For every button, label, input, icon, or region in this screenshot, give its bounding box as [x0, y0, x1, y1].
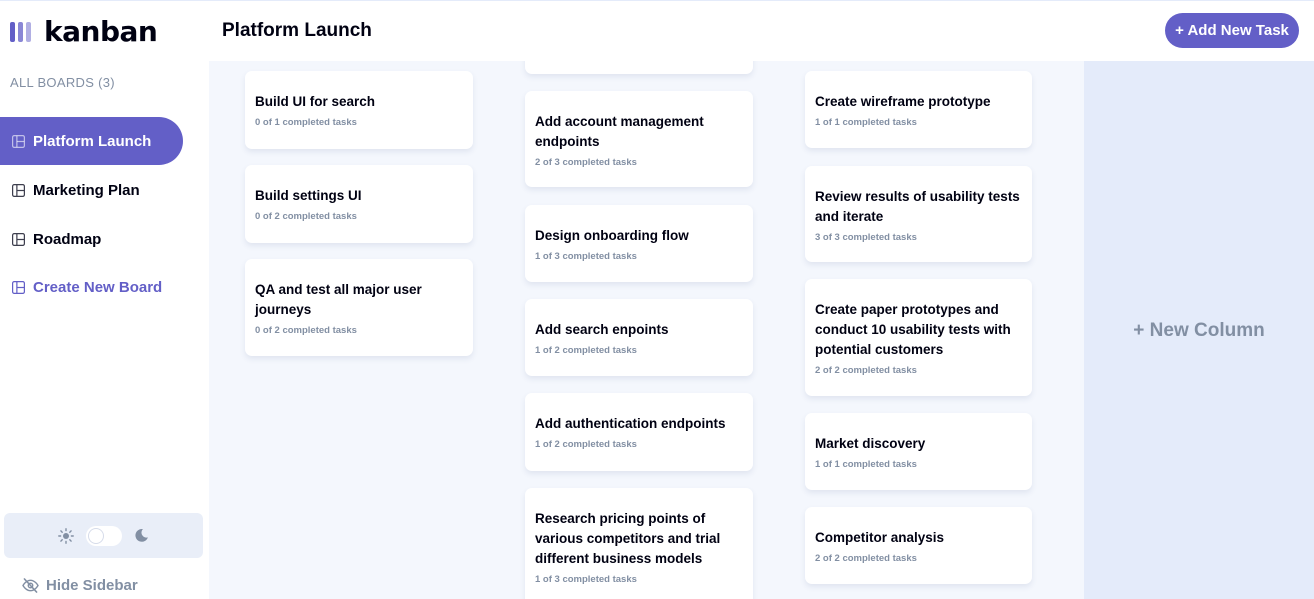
sidebar-item-marketing-plan[interactable]: Marketing Plan — [0, 166, 183, 214]
board-icon — [12, 134, 25, 148]
task-title: Build settings UI — [255, 188, 362, 203]
kanban-logo-icon — [10, 21, 31, 42]
task-card[interactable]: Build settings UI 0 of 2 completed tasks — [245, 165, 473, 243]
task-card[interactable] — [525, 61, 753, 74]
task-card[interactable]: Review results of usability tests and it… — [805, 166, 1032, 262]
task-subtasks: 3 of 3 completed tasks — [815, 232, 917, 243]
task-card[interactable]: Add search enpoints 1 of 2 completed tas… — [525, 299, 753, 376]
new-column-button[interactable]: + New Column — [1084, 61, 1314, 599]
task-title: Create wireframe prototype — [815, 94, 991, 109]
task-subtasks: 1 of 1 completed tasks — [815, 459, 917, 470]
sidebar-item-platform-launch[interactable]: Platform Launch — [0, 117, 183, 165]
task-subtasks: 2 of 3 completed tasks — [535, 157, 637, 168]
task-card[interactable]: Add account management endpoints 2 of 3 … — [525, 91, 753, 187]
task-subtasks: 1 of 2 completed tasks — [535, 439, 637, 450]
logo: kanban — [10, 15, 158, 48]
logo-text: kanban — [44, 15, 158, 48]
top-header: Platform Launch + Add New Task — [209, 0, 1314, 61]
task-subtasks: 2 of 2 completed tasks — [815, 553, 917, 564]
task-subtasks: 1 of 2 completed tasks — [535, 345, 637, 356]
sidebar: kanban ALL BOARDS (3) Platform Launch Ma… — [0, 0, 209, 599]
task-card[interactable]: Competitor analysis 2 of 2 completed tas… — [805, 507, 1032, 584]
task-card[interactable]: Create paper prototypes and conduct 10 u… — [805, 279, 1032, 396]
theme-switch[interactable] — [86, 525, 122, 546]
task-title: Add account management endpoints — [535, 114, 704, 149]
theme-switch-knob — [89, 528, 103, 543]
sun-icon — [58, 527, 74, 544]
task-subtasks: 1 of 1 completed tasks — [815, 117, 917, 128]
task-title: Market discovery — [815, 436, 926, 451]
board-icon — [12, 232, 25, 246]
sidebar-item-label: Roadmap — [33, 230, 102, 248]
sidebar-item-roadmap[interactable]: Roadmap — [0, 215, 183, 263]
create-new-board-label: Create New Board — [33, 278, 163, 296]
task-subtasks: 1 of 3 completed tasks — [535, 574, 637, 585]
board-area: Build UI for search 0 of 1 completed tas… — [209, 61, 1314, 599]
create-new-board-button[interactable]: Create New Board — [0, 263, 183, 311]
task-title: Research pricing points of various compe… — [535, 511, 721, 566]
task-card[interactable]: Add authentication endpoints 1 of 2 comp… — [525, 393, 753, 471]
task-subtasks: 0 of 2 completed tasks — [255, 325, 357, 336]
task-subtasks: 0 of 1 completed tasks — [255, 117, 357, 128]
task-title: Create paper prototypes and conduct 10 u… — [815, 302, 1011, 357]
all-boards-heading: ALL BOARDS (3) — [10, 75, 115, 90]
task-title: Build UI for search — [255, 94, 376, 109]
task-title: Review results of usability tests and it… — [815, 189, 1020, 224]
board-icon — [12, 183, 25, 197]
task-title: Competitor analysis — [815, 530, 945, 545]
sidebar-item-label: Marketing Plan — [33, 181, 140, 199]
task-subtasks: 2 of 2 completed tasks — [815, 365, 917, 376]
sidebar-item-label: Platform Launch — [33, 132, 152, 150]
board-icon — [12, 280, 25, 294]
task-title: Design onboarding flow — [535, 228, 689, 243]
task-subtasks: 1 of 3 completed tasks — [535, 251, 637, 262]
moon-icon — [135, 529, 148, 542]
task-title: QA and test all major user journeys — [255, 282, 422, 317]
task-card[interactable]: Design onboarding flow 1 of 3 completed … — [525, 205, 753, 282]
task-subtasks: 0 of 2 completed tasks — [255, 211, 357, 222]
task-card[interactable]: Create wireframe prototype 1 of 1 comple… — [805, 71, 1032, 148]
hide-sidebar-label: Hide Sidebar — [46, 577, 138, 594]
task-card[interactable]: Build UI for search 0 of 1 completed tas… — [245, 71, 473, 149]
eye-slash-icon — [22, 578, 39, 593]
task-card[interactable]: Research pricing points of various compe… — [525, 488, 753, 599]
task-title: Add authentication endpoints — [535, 416, 726, 431]
task-card[interactable]: QA and test all major user journeys 0 of… — [245, 259, 473, 356]
add-new-task-button[interactable]: + Add New Task — [1165, 13, 1299, 48]
theme-toggle-panel — [4, 513, 203, 558]
hide-sidebar-button[interactable]: Hide Sidebar — [22, 577, 138, 594]
page-title: Platform Launch — [222, 20, 372, 41]
task-card[interactable]: Market discovery 1 of 1 completed tasks — [805, 413, 1032, 490]
task-title: Add search enpoints — [535, 322, 669, 337]
